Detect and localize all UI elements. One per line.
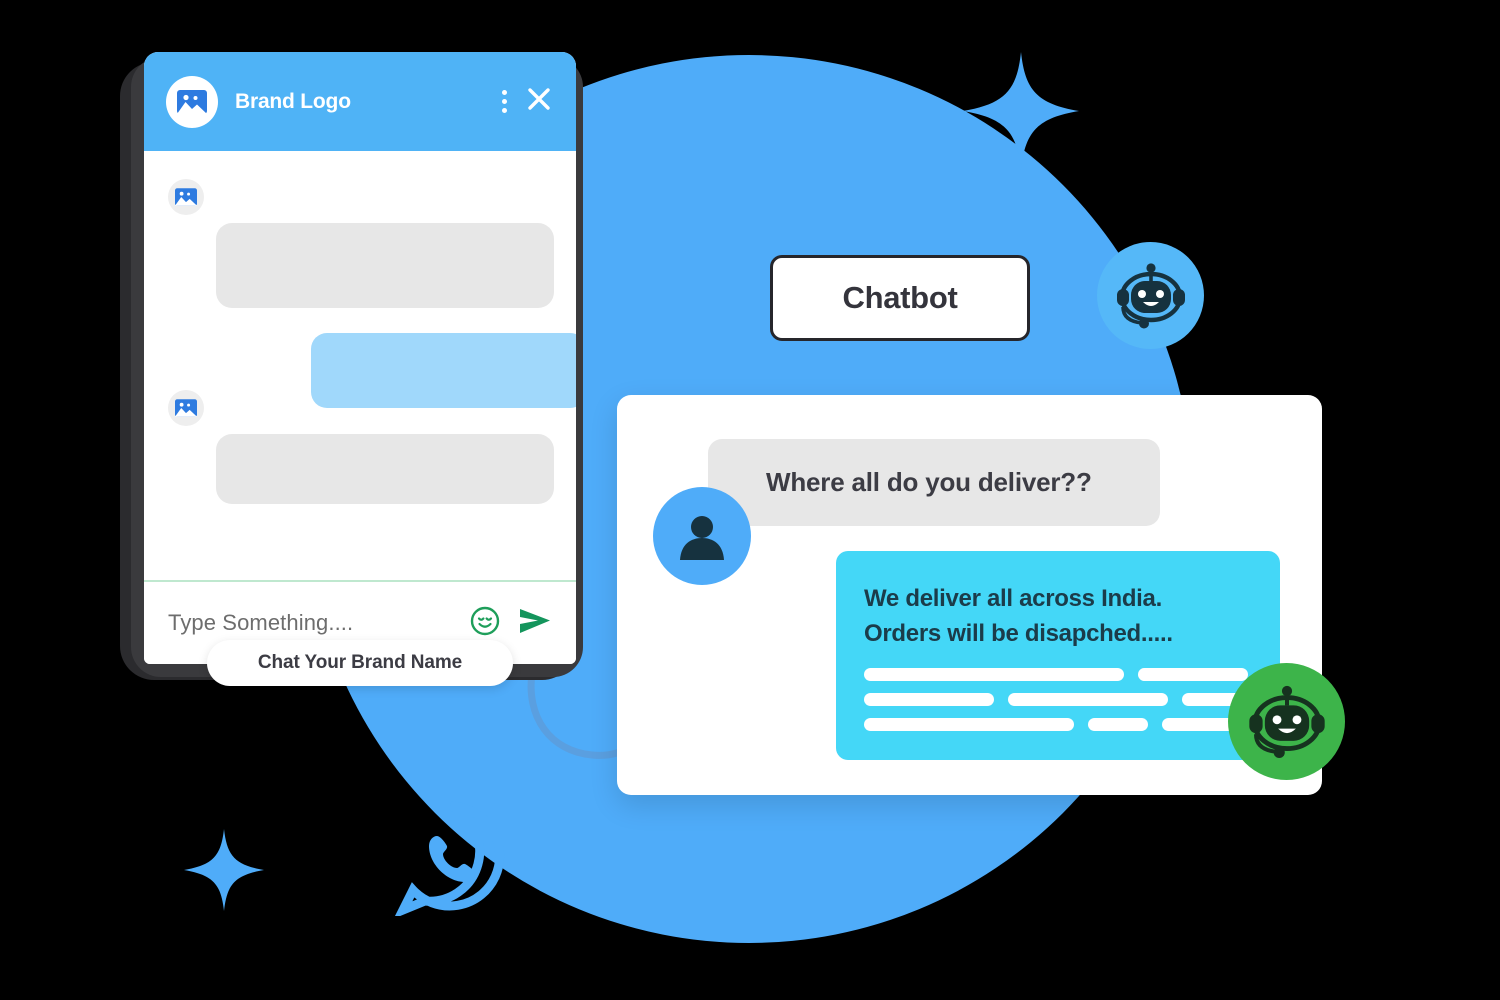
kebab-menu-icon[interactable]: [502, 90, 507, 113]
answer-placeholder-row: [864, 668, 1280, 681]
image-placeholder-icon: [175, 188, 197, 206]
image-placeholder-icon: [175, 399, 197, 417]
answer-placeholder-bar: [864, 718, 1074, 731]
answer-placeholder-row: [864, 693, 1280, 706]
chat-widget-header: Brand Logo: [144, 52, 576, 151]
sparkle-icon-large: [963, 52, 1079, 170]
answer-placeholder-bar: [864, 693, 994, 706]
smiley-icon[interactable]: [470, 606, 500, 641]
answer-placeholder-rows: [864, 668, 1280, 731]
image-placeholder-icon: [177, 89, 207, 114]
chat-input-field[interactable]: Type Something....: [168, 610, 470, 636]
close-icon[interactable]: [526, 86, 552, 117]
answer-bubble: We deliver all across India. Orders will…: [836, 551, 1280, 760]
robot-headset-icon-blue: [1097, 242, 1204, 349]
chatbot-label: Chatbot: [770, 255, 1030, 341]
question-bubble: Where all do you deliver??: [708, 439, 1160, 526]
user-avatar-icon: [653, 487, 751, 585]
screenshot-stage: Brand Logo Type Something.... Chat Your …: [0, 0, 1500, 1000]
robot-headset-icon-green: [1228, 663, 1345, 780]
message-row-incoming-2: [168, 390, 552, 426]
brand-avatar: [166, 75, 218, 128]
message-avatar: [168, 390, 204, 426]
chat-widget: Brand Logo Type Something....: [144, 52, 576, 664]
send-arrow-icon[interactable]: [518, 606, 552, 641]
message-bubble-incoming-2: [216, 434, 554, 504]
answer-placeholder-row: [864, 718, 1280, 731]
whatsapp-phone-bubble-icon: [393, 800, 509, 921]
chat-brand-pill-button[interactable]: Chat Your Brand Name: [207, 640, 513, 686]
message-row-incoming-1: [168, 179, 552, 215]
chat-widget-body: [144, 151, 576, 580]
answer-line-2: Orders will be disapched.....: [864, 620, 1173, 647]
answer-placeholder-bar: [1088, 718, 1148, 731]
answer-line-1: We deliver all across India.: [864, 585, 1162, 612]
answer-placeholder-bar: [1138, 668, 1248, 681]
answer-placeholder-bar: [1008, 693, 1168, 706]
brand-title: Brand Logo: [235, 89, 351, 113]
answer-placeholder-bar: [864, 668, 1124, 681]
message-avatar: [168, 179, 204, 215]
sparkle-icon-small: [184, 829, 264, 911]
message-bubble-incoming-1: [216, 223, 554, 308]
